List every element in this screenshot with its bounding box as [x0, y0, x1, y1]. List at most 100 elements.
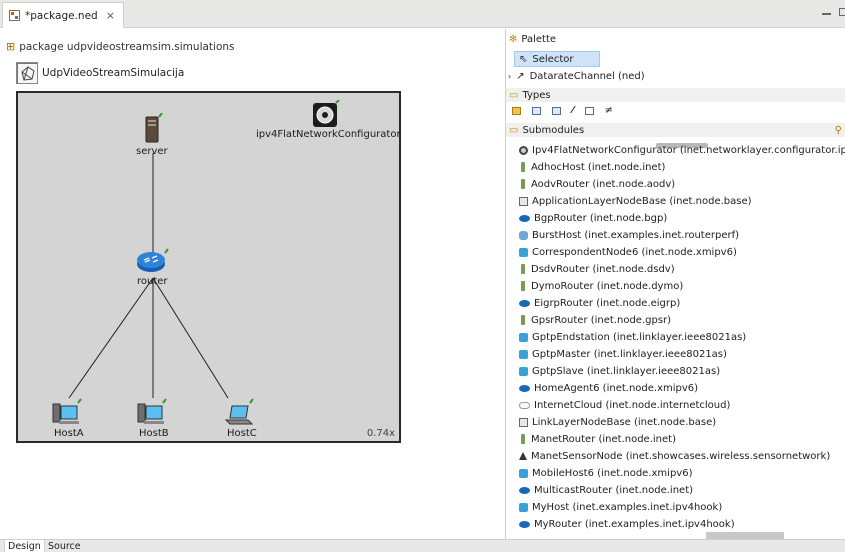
simple-module-icon[interactable]: [532, 106, 541, 115]
submodule-item[interactable]: DymoRouter (inet.node.dymo): [519, 278, 683, 294]
submodule-item[interactable]: MulticastRouter (inet.node.inet): [519, 482, 693, 498]
tab-source[interactable]: Source: [45, 540, 84, 552]
minimize-icon[interactable]: [822, 13, 831, 15]
box-icon: [519, 417, 528, 427]
selector-label: Selector: [532, 53, 574, 65]
submodule-item[interactable]: MyRouter (inet.examples.inet.ipv4hook): [519, 516, 735, 532]
pin-icon[interactable]: ⚲: [835, 125, 842, 136]
editor-tab-bar: *package.ned ×: [0, 0, 845, 28]
connection-lines: [68, 153, 229, 399]
host-icon: [519, 468, 528, 478]
submodule-label: BgpRouter (inet.node.bgp): [534, 212, 668, 224]
submodule-label: DsdvRouter (inet.node.dsdv): [531, 263, 675, 275]
datarate-channel-tool[interactable]: › ↗ DatarateChannel (ned): [508, 68, 645, 84]
gear-icon: [519, 145, 528, 155]
submodule-label: MyHost (inet.examples.inet.ipv4hook): [532, 501, 723, 513]
pointer-icon: ⇖: [519, 53, 528, 65]
node-icon: [521, 179, 525, 189]
router-icon: [519, 520, 530, 528]
submodule-item[interactable]: GpsrRouter (inet.node.gpsr): [519, 312, 671, 328]
node-icon: [521, 315, 525, 325]
interface-icon[interactable]: [584, 106, 594, 115]
submodules-drawer[interactable]: ▭ Submodules ⚲: [506, 123, 845, 137]
submodule-label: BurstHost (inet.examples.inet.routerperf…: [532, 229, 740, 241]
submodule-label: MobileHost6 (inet.node.xmipv6): [532, 467, 693, 479]
submodule-item[interactable]: BgpRouter (inet.node.bgp): [519, 210, 667, 226]
selector-tool[interactable]: ⇖ Selector: [514, 51, 600, 67]
module-type-icon[interactable]: [512, 106, 521, 115]
submodule-item[interactable]: MobileHost6 (inet.node.xmipv6): [519, 465, 692, 481]
router-icon: [519, 214, 530, 222]
close-icon[interactable]: ×: [106, 9, 115, 22]
submodule-label: LinkLayerNodeBase (inet.node.base): [532, 416, 717, 428]
types-label: Types: [522, 89, 551, 101]
submodule-item[interactable]: ManetRouter (inet.node.inet): [519, 431, 676, 447]
submodule-item[interactable]: MyHost (inet.examples.inet.ipv4hook): [519, 499, 722, 515]
sensor-icon: [519, 452, 527, 460]
compound-module-icon[interactable]: [552, 106, 561, 115]
package-declaration[interactable]: ⊞ package udpvideostreamsim.simulations: [6, 40, 235, 53]
submodule-item[interactable]: DsdvRouter (inet.node.dsdv): [519, 261, 675, 277]
burst-icon: [519, 230, 528, 240]
tab-design[interactable]: Design: [4, 540, 45, 552]
tab-package-ned[interactable]: *package.ned ×: [2, 2, 124, 28]
submodule-item[interactable]: AodvRouter (inet.node.aodv): [519, 176, 675, 192]
submodule-label: InternetCloud (inet.node.internetcloud): [534, 399, 731, 411]
channel-interface-icon[interactable]: ≠: [605, 105, 613, 116]
host-computer-icon: [137, 398, 167, 424]
submodule-label: DymoRouter (inet.node.dymo): [531, 280, 684, 292]
connection-icon: ↗: [516, 70, 525, 82]
maximize-icon[interactable]: [839, 8, 845, 16]
submodule-label: MulticastRouter (inet.node.inet): [534, 484, 694, 496]
submodule-label: ManetRouter (inet.node.inet): [531, 433, 676, 445]
scroll-down-indicator[interactable]: [706, 532, 784, 539]
submodule-item[interactable]: GptpMaster (inet.linklayer.ieee8021as): [519, 346, 727, 362]
network-module-header[interactable]: UdpVideoStreamSimulacija: [16, 62, 184, 84]
host-computer-icon: [52, 398, 82, 424]
submodule-item[interactable]: ApplicationLayerNodeBase (inet.node.base…: [519, 193, 752, 209]
palette-header: ✻ Palette: [506, 32, 845, 46]
router-label: router: [137, 276, 168, 287]
package-label: package udpvideostreamsim.simulations: [19, 40, 235, 53]
channel-icon[interactable]: ⁄: [572, 105, 574, 116]
folder-icon: ▭: [509, 89, 519, 101]
submodule-item[interactable]: GptpEndstation (inet.linklayer.ieee8021a…: [519, 329, 746, 345]
network-module-name: UdpVideoStreamSimulacija: [42, 67, 185, 79]
submodule-item[interactable]: HomeAgent6 (inet.node.xmipv6): [519, 380, 698, 396]
submodule-item[interactable]: GptpSlave (inet.linklayer.ieee8021as): [519, 363, 720, 379]
submodules-label: Submodules: [522, 124, 585, 136]
submodule-label: CorrespondentNode6 (inet.node.xmipv6): [532, 246, 737, 258]
router-icon: [519, 384, 530, 392]
submodule-item[interactable]: InternetCloud (inet.node.internetcloud): [519, 397, 730, 413]
server-label: server: [136, 146, 168, 157]
ned-file-icon: [9, 10, 20, 21]
hostb-label: HostB: [139, 428, 169, 439]
network-canvas[interactable]: server ipv4FlatNetworkConfigurator route…: [16, 91, 401, 443]
submodule-label: GptpEndstation (inet.linklayer.ieee8021a…: [532, 331, 747, 343]
submodule-item[interactable]: BurstHost (inet.examples.inet.routerperf…: [519, 227, 739, 243]
submodule-item[interactable]: ManetSensorNode (inet.showcases.wireless…: [519, 448, 830, 464]
submodule-label: AdhocHost (inet.node.inet): [531, 161, 666, 173]
tab-title: *package.ned: [25, 9, 98, 22]
submodule-item[interactable]: Ipv4FlatNetworkConfigurator (inet.networ…: [519, 142, 845, 158]
configurator-label: ipv4FlatNetworkConfigurator: [256, 129, 401, 140]
submodule-item[interactable]: AdhocHost (inet.node.inet): [519, 159, 665, 175]
palette-panel: ✻ Palette ⇖ Selector › ↗ DatarateChannel…: [505, 29, 845, 539]
submodule-item[interactable]: CorrespondentNode6 (inet.node.xmipv6): [519, 244, 737, 260]
node-icon: [521, 434, 525, 444]
submodule-label: GptpSlave (inet.linklayer.ieee8021as): [532, 365, 721, 377]
laptop-icon: [224, 398, 254, 425]
gear-icon: [313, 100, 340, 127]
submodule-label: GpsrRouter (inet.node.gpsr): [531, 314, 672, 326]
palette-icon: ✻: [509, 33, 518, 45]
submodule-label: GptpMaster (inet.linklayer.ieee8021as): [532, 348, 727, 360]
submodule-item[interactable]: EigrpRouter (inet.node.eigrp): [519, 295, 680, 311]
submodule-item[interactable]: LinkLayerNodeBase (inet.node.base): [519, 414, 716, 430]
host-icon: [519, 502, 528, 512]
editor-mode-tabs: Design Source: [0, 539, 845, 552]
router-icon: [519, 486, 530, 494]
host-icon: [519, 366, 528, 376]
palette-title: Palette: [521, 33, 557, 45]
design-area: ⊞ package udpvideostreamsim.simulations …: [0, 29, 503, 539]
types-drawer[interactable]: ▭ Types: [506, 88, 845, 102]
